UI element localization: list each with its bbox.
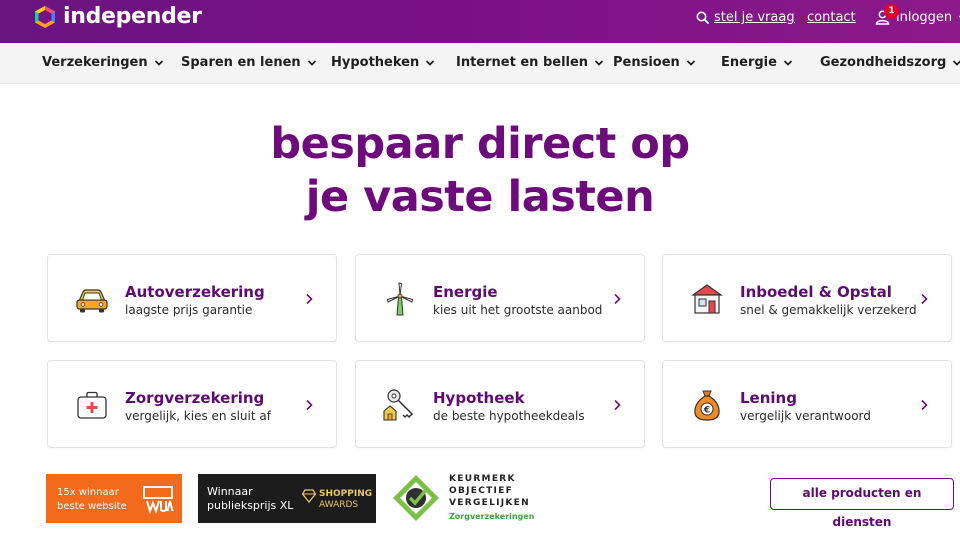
wind-turbine-icon: [386, 282, 414, 316]
shopping-awards-mark-2: AWARDS: [319, 500, 359, 510]
money-bag-icon: €: [694, 390, 720, 421]
wua-logo-icon: [143, 486, 174, 514]
chevron-right-icon: [921, 399, 928, 411]
chevron-down-icon: [426, 59, 435, 66]
card-title: Lening: [740, 389, 797, 407]
keurmerk-line-3: VERGELIJKEN: [449, 498, 530, 508]
ask-question-link[interactable]: stel je vraag: [696, 10, 795, 25]
card-lening[interactable]: € Lening vergelijk verantwoord: [662, 360, 952, 448]
house-key-icon: [383, 389, 414, 421]
logo-hexagon-icon: [35, 5, 55, 28]
award-shopping-badge: Winnaar publieksprijs XL SHOPPING AWARDS: [198, 474, 376, 523]
chevron-down-icon: [154, 59, 163, 66]
keurmerk-badge: KEURMERK OBJECTIEF VERGELIJKEN Zorgverze…: [391, 472, 551, 526]
card-subtitle: vergelijk verantwoord: [740, 409, 871, 423]
card-subtitle: de beste hypotheekdeals: [433, 409, 585, 423]
chevron-down-icon: [307, 59, 316, 66]
nav-item-verzekeringen[interactable]: Verzekeringen: [42, 55, 164, 70]
keurmerk-line-2: OBJECTIEF: [449, 486, 514, 496]
award-shopping-line-1: Winnaar: [207, 485, 253, 498]
login-label: inloggen: [896, 10, 953, 25]
nav-item-internet-en-bellen[interactable]: Internet en bellen: [456, 55, 604, 70]
nav-item-label: Sparen en lenen: [181, 55, 301, 70]
car-icon: [76, 289, 108, 313]
card-autoverzekering[interactable]: Autoverzekering laagste prijs garantie: [47, 254, 337, 342]
ask-question-label: stel je vraag: [714, 10, 795, 25]
main-navigation: Verzekeringen Sparen en lenen Hypotheken…: [0, 43, 960, 84]
nav-item-energie[interactable]: Energie: [721, 55, 793, 70]
card-subtitle: laagste prijs garantie: [125, 303, 253, 317]
svg-text:€: €: [703, 406, 710, 416]
card-inboedel-opstal[interactable]: Inboedel & Opstal snel & gemakkelijk ver…: [662, 254, 952, 342]
keurmerk-line-1: KEURMERK: [449, 474, 516, 484]
card-title: Hypotheek: [433, 389, 525, 407]
card-zorgverzekering[interactable]: Zorgverzekering vergelijk, kies en sluit…: [47, 360, 337, 448]
contact-link[interactable]: contact: [807, 10, 856, 25]
nav-item-label: Verzekeringen: [42, 55, 148, 70]
logo-text: independer: [63, 4, 202, 29]
nav-item-label: Gezondheidszorg: [820, 55, 947, 70]
chevron-down-icon: [594, 59, 604, 66]
card-title: Energie: [433, 283, 498, 301]
nav-item-gezondheidszorg[interactable]: Gezondheidszorg: [820, 55, 960, 70]
logo[interactable]: independer: [33, 4, 202, 29]
card-hypotheek[interactable]: Hypotheek de beste hypotheekdeals: [355, 360, 645, 448]
card-subtitle: snel & gemakkelijk verzekerd: [740, 303, 917, 317]
nav-item-label: Internet en bellen: [456, 55, 589, 70]
card-subtitle: kies uit het grootste aanbod: [433, 303, 603, 317]
chevron-right-icon: [306, 399, 313, 411]
award-shopping-line-2: publieksprijs XL: [207, 499, 294, 512]
nav-item-hypotheken[interactable]: Hypotheken: [331, 55, 435, 70]
nav-item-pensioen[interactable]: Pensioen: [613, 55, 696, 70]
card-title: Inboedel & Opstal: [740, 283, 892, 301]
nav-item-label: Energie: [721, 55, 777, 70]
search-icon: [696, 11, 709, 24]
hero-line-1: bespaar direct op: [270, 119, 690, 169]
chevron-down-icon: [783, 59, 793, 66]
hero-line-2: je vaste lasten: [305, 172, 655, 222]
nav-item-label: Pensioen: [613, 55, 680, 70]
chevron-right-icon: [921, 293, 928, 305]
chevron-down-icon: [953, 59, 960, 66]
award-wua-line-2: beste website: [57, 501, 127, 512]
card-energie[interactable]: Energie kies uit het grootste aanbod: [355, 254, 645, 342]
award-wua-line-1: 15x winnaar: [57, 487, 119, 498]
notification-badge: 1: [884, 4, 899, 19]
house-icon: [691, 284, 723, 314]
card-subtitle: vergelijk, kies en sluit af: [125, 409, 271, 423]
nav-item-label: Hypotheken: [331, 55, 420, 70]
top-bar: independer stel je vraag contact inlogge…: [0, 0, 960, 43]
medical-bag-icon: [77, 391, 107, 419]
chevron-right-icon: [614, 293, 621, 305]
chevron-down-icon: [686, 59, 695, 66]
shopping-awards-mark-1: SHOPPING: [319, 489, 373, 499]
card-title: Zorgverzekering: [125, 389, 265, 407]
keurmerk-seal-icon: [393, 475, 439, 521]
chevron-right-icon: [614, 399, 621, 411]
hero-heading: bespaar direct op je vaste lasten: [0, 118, 960, 224]
nav-item-sparen-en-lenen[interactable]: Sparen en lenen: [181, 55, 317, 70]
card-title: Autoverzekering: [125, 283, 265, 301]
chevron-right-icon: [306, 293, 313, 305]
award-wua-badge: 15x winnaar beste website: [46, 474, 182, 523]
keurmerk-line-4: Zorgverzekeringen: [449, 512, 535, 521]
all-products-button[interactable]: alle producten en diensten: [770, 478, 954, 529]
diamond-icon: [302, 489, 316, 503]
